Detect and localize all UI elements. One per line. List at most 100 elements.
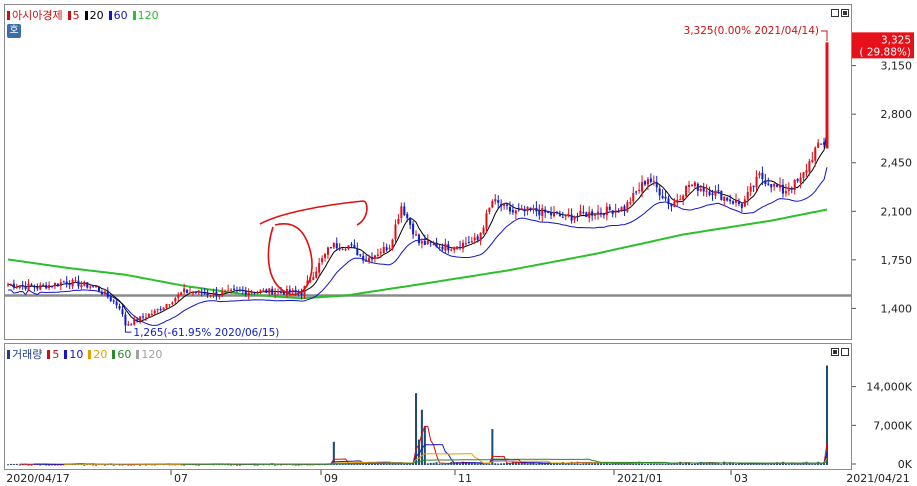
candle-body — [121, 309, 124, 315]
volume-bar — [297, 464, 300, 466]
candle-body — [594, 214, 597, 216]
price-tick-label: 1,750 — [881, 254, 913, 267]
volume-bar — [274, 464, 277, 466]
candle-body — [702, 187, 705, 192]
candle-body — [12, 283, 15, 288]
date-tick-label: 11 — [458, 472, 472, 485]
candle-body — [740, 203, 743, 208]
volume-ma-10-line — [34, 444, 828, 465]
candle-body — [256, 292, 259, 294]
candle-body — [68, 283, 71, 286]
volume-bar — [473, 463, 476, 465]
candle-body — [30, 284, 33, 287]
candle-body — [503, 203, 506, 207]
candle-body — [133, 318, 136, 325]
volume-bar — [429, 462, 432, 465]
candle-body — [623, 206, 626, 211]
legend-label: 20 — [93, 347, 108, 361]
legend-swatch — [64, 349, 68, 359]
candle-body — [626, 202, 629, 212]
volume-bar — [564, 463, 567, 465]
candle-body — [790, 187, 793, 190]
candle-body — [497, 200, 500, 203]
candle-body — [147, 314, 150, 317]
candle-body — [74, 280, 77, 282]
candle-body — [638, 190, 641, 192]
candle-body — [552, 212, 556, 217]
candle-body — [324, 253, 327, 258]
candle-body — [174, 298, 177, 302]
volume-bar — [643, 464, 647, 466]
candle-body — [711, 193, 714, 195]
candle-body — [391, 239, 394, 250]
legend-volume: 거래량 — [7, 346, 42, 362]
candle-body — [734, 200, 738, 203]
price-chart-pane[interactable]: 아시아경제 5 20 60 120 호 3,325(0.00% 2021/04/14)… — [4, 4, 852, 340]
candle-body — [561, 216, 564, 218]
volume-chart-pane[interactable]: 거래량 5 10 20 60 120 — [4, 343, 852, 470]
candle-body — [353, 244, 356, 248]
candle-body — [48, 285, 51, 289]
volume-bar — [664, 464, 667, 466]
candle-body — [259, 290, 262, 293]
candle-body — [779, 185, 782, 188]
candle-body — [585, 212, 588, 217]
candle-body — [567, 215, 570, 217]
legend-ma-20: 20 — [84, 9, 104, 22]
candle-body — [743, 199, 746, 207]
volume-bar — [39, 464, 42, 466]
volume-bar — [720, 464, 723, 466]
candle-body — [235, 290, 238, 292]
candle-body — [793, 180, 796, 190]
candle-body — [318, 262, 321, 273]
candle-body — [538, 210, 541, 216]
candle-body — [652, 180, 655, 182]
candle-body — [89, 286, 92, 288]
candle-body — [315, 271, 318, 278]
price-axis: 3,150 2,800 2,450 2,100 1,750 1,400 3,325( 29.… — [845, 0, 917, 343]
low-annotation: 1,265(-61.95% 2020/06/15) — [133, 327, 279, 339]
candle-body — [359, 254, 362, 256]
candle-body — [335, 243, 338, 249]
date-tick-label: 09 — [324, 472, 338, 485]
volume-bar — [294, 464, 297, 466]
volume-bar — [734, 463, 738, 465]
legend-label: 60 — [117, 347, 132, 361]
candle-body — [227, 289, 230, 291]
volume-bar — [550, 463, 553, 465]
candle-body — [805, 170, 808, 173]
candle-body — [130, 324, 133, 326]
candle-body — [200, 291, 203, 294]
candle-body — [447, 244, 450, 251]
candle-body — [423, 240, 426, 245]
candle-body — [112, 300, 115, 302]
candle-body — [62, 281, 65, 283]
candle-body — [514, 210, 517, 214]
candle-body — [86, 282, 89, 288]
volume-title: 거래량 — [12, 348, 43, 361]
candle-body — [649, 178, 652, 182]
candle-body — [461, 242, 465, 249]
volume-bar — [526, 463, 529, 465]
volume-bar — [497, 463, 500, 465]
candle-body — [321, 258, 324, 263]
candle-body — [508, 206, 511, 212]
candle-body — [629, 202, 632, 204]
volume-bar — [256, 464, 259, 466]
candle-body — [420, 241, 423, 244]
candle-body — [294, 289, 297, 292]
candle-body — [186, 289, 189, 293]
candle-body — [233, 288, 236, 290]
candle-body — [705, 190, 708, 192]
candle-body — [230, 289, 233, 291]
candle-body — [485, 213, 488, 229]
volume-bar — [690, 463, 693, 465]
candle-body — [776, 184, 779, 187]
candle-body — [441, 246, 444, 250]
candle-body — [385, 247, 388, 251]
candle-body — [118, 305, 121, 309]
candle-body — [368, 257, 371, 262]
candle-body — [749, 186, 752, 192]
candle-body — [664, 196, 667, 199]
candle-body — [693, 182, 696, 187]
